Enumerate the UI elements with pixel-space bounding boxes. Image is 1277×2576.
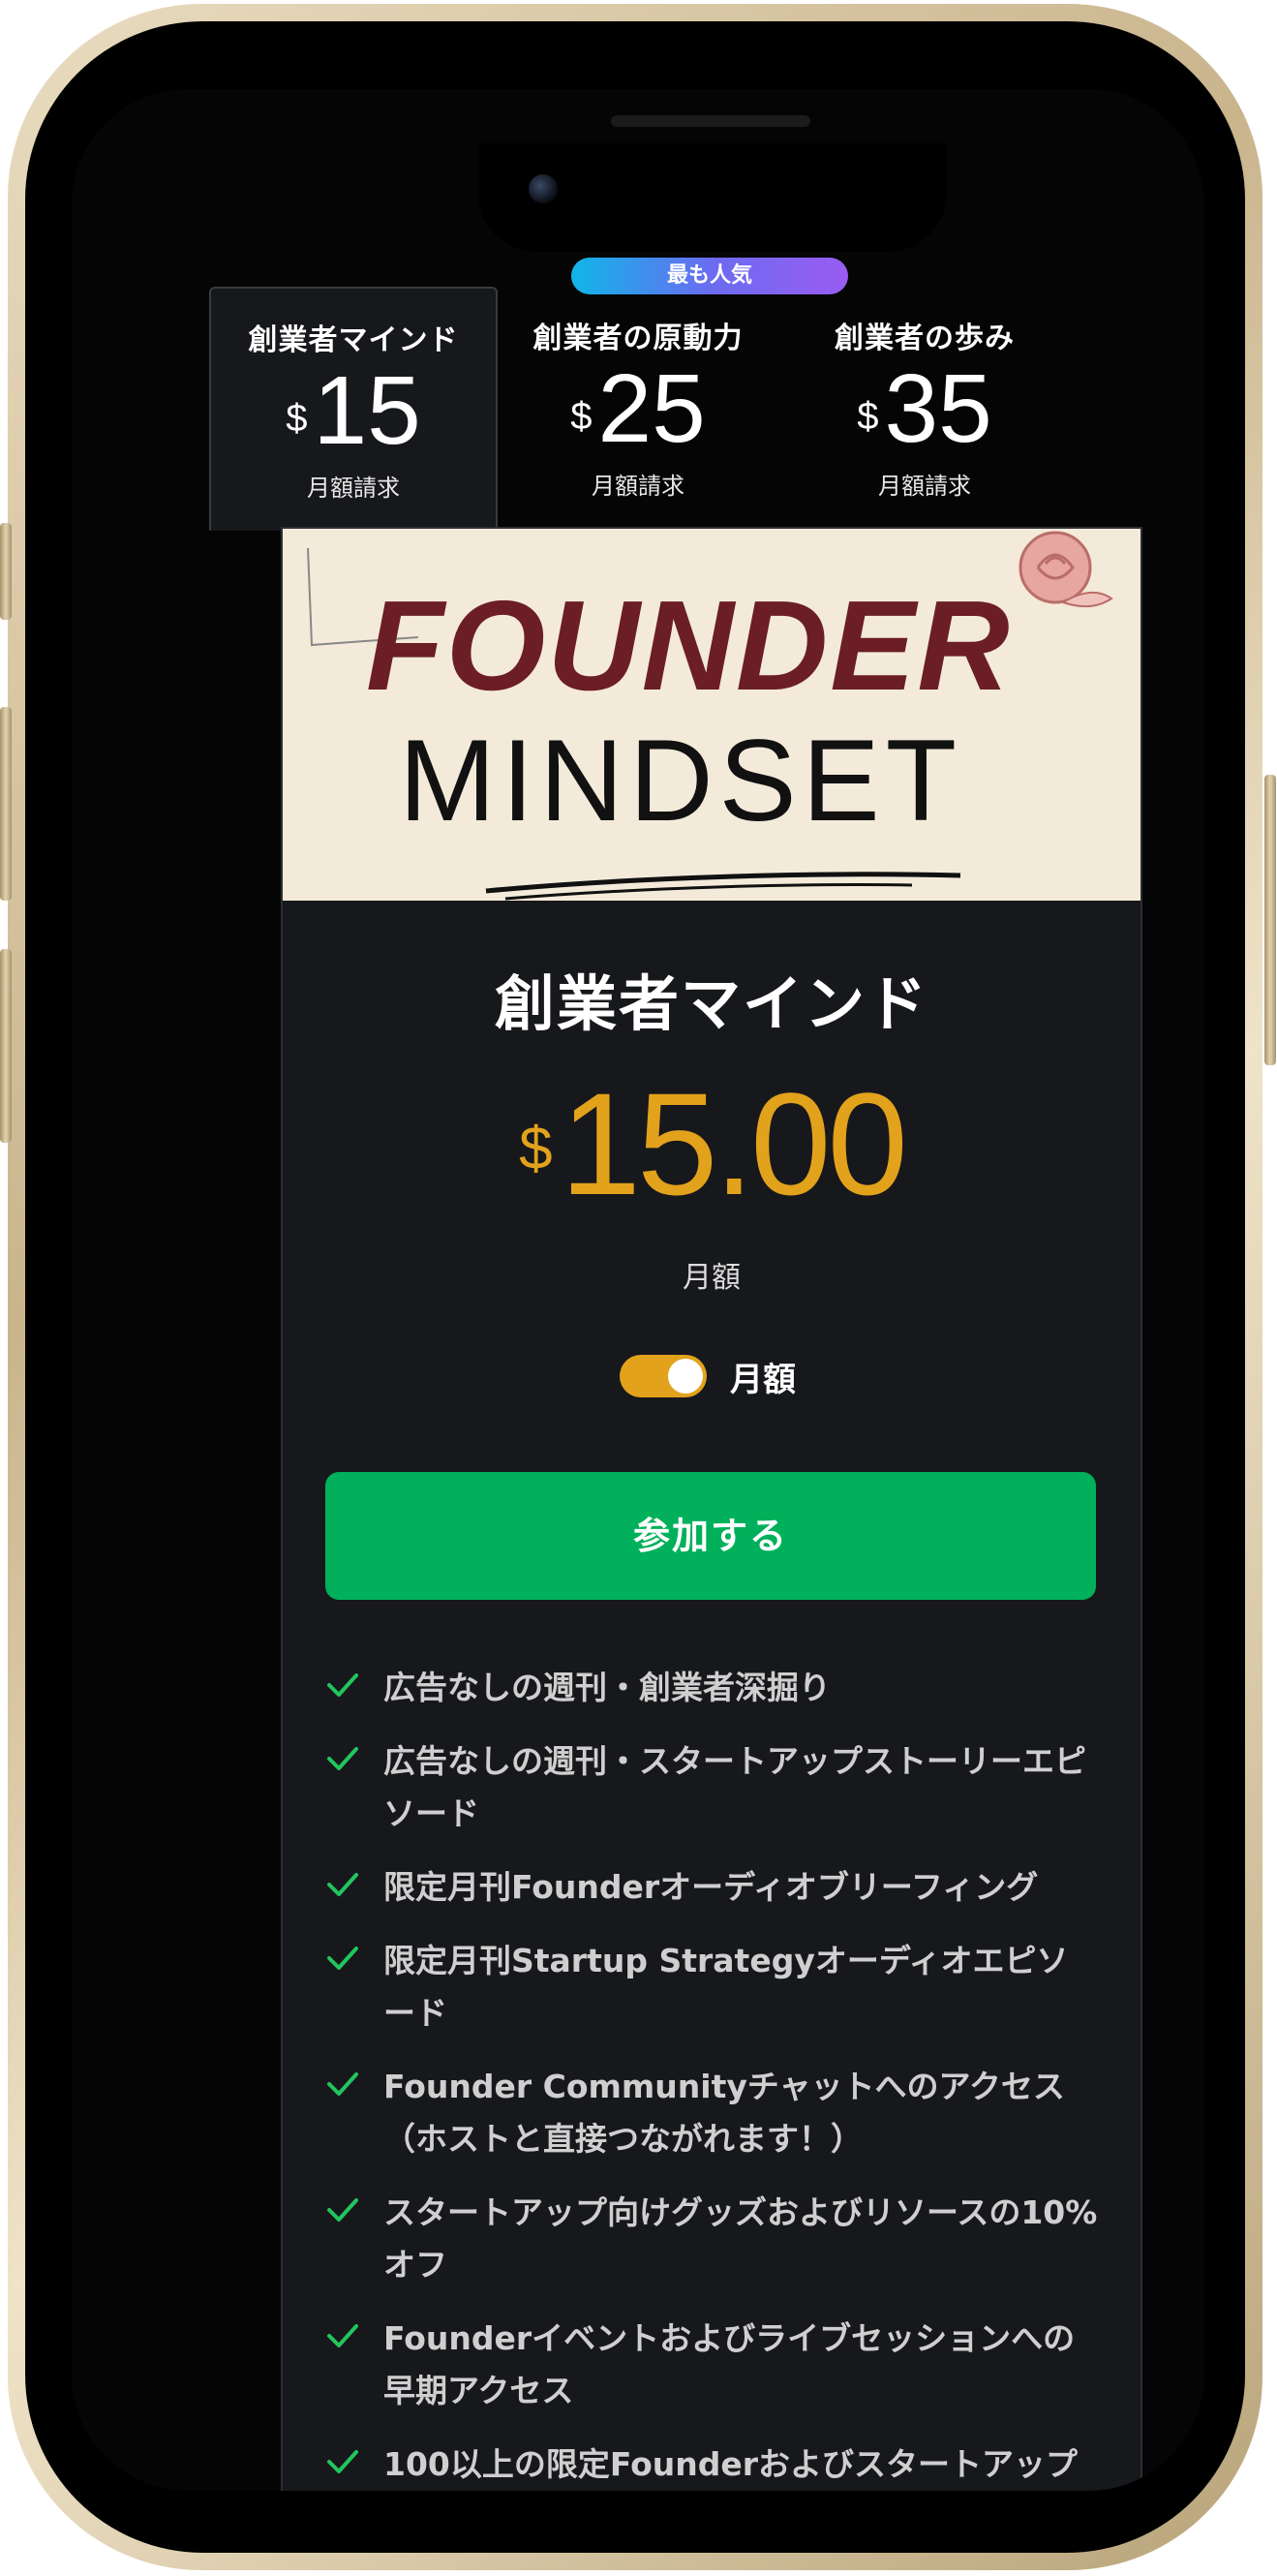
check-icon [327, 2324, 358, 2347]
tab-price-value: 15 [313, 356, 421, 465]
toggle-knob [668, 1359, 703, 1394]
plan-card: FOUNDER MINDSET 創業者マインド $15.00 月額 月額 参加す… [281, 527, 1142, 2491]
tab-currency: $ [570, 395, 593, 438]
check-icon [327, 1947, 358, 1970]
feature-text: 限定月刊Startup Strategyオーディオエピソード [383, 1942, 1069, 2032]
tab-name: 創業者の歩み [835, 322, 1015, 355]
tab-price-value: 35 [884, 354, 992, 463]
banner-title-mindset: MINDSET [399, 716, 962, 845]
feature-text: 100以上の限定Founderおよびスタートアップの深掘りアーカイブへの即時アク… [383, 2445, 1079, 2483]
check-icon [327, 2072, 358, 2096]
check-icon [327, 2450, 358, 2473]
front-camera [529, 174, 558, 203]
tab-name: 創業者の原動力 [532, 322, 744, 355]
silent-switch [0, 523, 12, 620]
feature-item: Founderイベントおよびライブセッションへの早期アクセス [323, 2313, 1098, 2417]
join-button[interactable]: 参加する [325, 1472, 1096, 1600]
volume-up-button [0, 707, 12, 901]
tab-currency: $ [286, 397, 308, 440]
tab-founder-drive[interactable]: 創業者の原動力 $25 月額請求 [496, 287, 780, 529]
banner-title-founder: FOUNDER [366, 574, 1012, 717]
tab-period: 月額請求 [592, 473, 684, 500]
feature-item: 100以上の限定Founderおよびスタートアップの深掘りアーカイブへの即時アク… [323, 2438, 1098, 2491]
speaker [611, 115, 810, 127]
tab-founder-mind[interactable]: 創業者マインド $15 月額請求 [209, 287, 498, 531]
feature-item: 限定月刊Startup Strategyオーディオエピソード [323, 1935, 1098, 2039]
check-icon [327, 1747, 358, 1770]
feature-text: Founder Communityチャットへのアクセス（ホストと直接つながれます… [383, 2068, 1065, 2158]
tab-founder-journey[interactable]: 創業者の歩み $35 月額請求 [782, 287, 1067, 529]
price-value: 15.00 [560, 1062, 908, 1225]
tab-name: 創業者マインド [248, 323, 459, 357]
feature-text: 広告なしの週刊・創業者深掘り [383, 1669, 831, 1706]
feature-text: Founderイベントおよびライブセッションへの早期アクセス [383, 2319, 1076, 2409]
billing-toggle[interactable] [620, 1355, 707, 1397]
feature-text: 広告なしの週刊・スタートアップストーリーエピソード [383, 1742, 1086, 1832]
feature-text: 限定月刊Founderオーディオブリーフィング [383, 1868, 1039, 1906]
power-button [1264, 775, 1276, 1065]
check-icon [327, 1673, 358, 1697]
feature-item: Founder Communityチャットへのアクセス（ホストと直接つながれます… [323, 2061, 1098, 2165]
founder-mindset-banner: FOUNDER MINDSET [283, 529, 1140, 901]
tab-period: 月額請求 [878, 473, 971, 500]
tab-price: $35 [782, 360, 1067, 457]
plan-title: 創業者マインド [494, 968, 928, 1039]
billing-toggle-row: 月額 [620, 1352, 796, 1400]
check-icon [327, 2198, 358, 2222]
feature-text: スタートアップ向けグッズおよびリソースの10%オフ [383, 2193, 1098, 2284]
feature-item: 広告なしの週刊・創業者深掘り [323, 1662, 1098, 1714]
tab-price: $15 [211, 362, 496, 459]
underline-stroke [485, 872, 961, 901]
feature-item: 広告なしの週刊・スタートアップストーリーエピソード [323, 1735, 1098, 1840]
feature-list: 広告なしの週刊・創業者深掘り 広告なしの週刊・スタートアップストーリーエピソード… [323, 1662, 1098, 2491]
tab-price-value: 25 [597, 354, 706, 463]
tab-price: $25 [496, 360, 780, 457]
phone-screen: 最も人気 創業者マインド $15 月額請求 創業者の原動力 $25 月額請求 創… [72, 89, 1204, 2491]
billing-toggle-label: 月額 [730, 1360, 796, 1399]
volume-down-button [0, 949, 12, 1143]
tab-period: 月額請求 [307, 475, 400, 502]
price-currency: $ [519, 1116, 553, 1182]
plan-period: 月額 [683, 1261, 741, 1295]
most-popular-badge: 最も人気 [571, 258, 848, 294]
tab-currency: $ [857, 395, 879, 438]
feature-item: 限定月刊Founderオーディオブリーフィング [323, 1861, 1098, 1914]
plan-price: $15.00 [283, 1071, 1140, 1216]
feature-item: スタートアップ向けグッズおよびリソースの10%オフ [323, 2187, 1098, 2291]
check-icon [327, 1873, 358, 1896]
